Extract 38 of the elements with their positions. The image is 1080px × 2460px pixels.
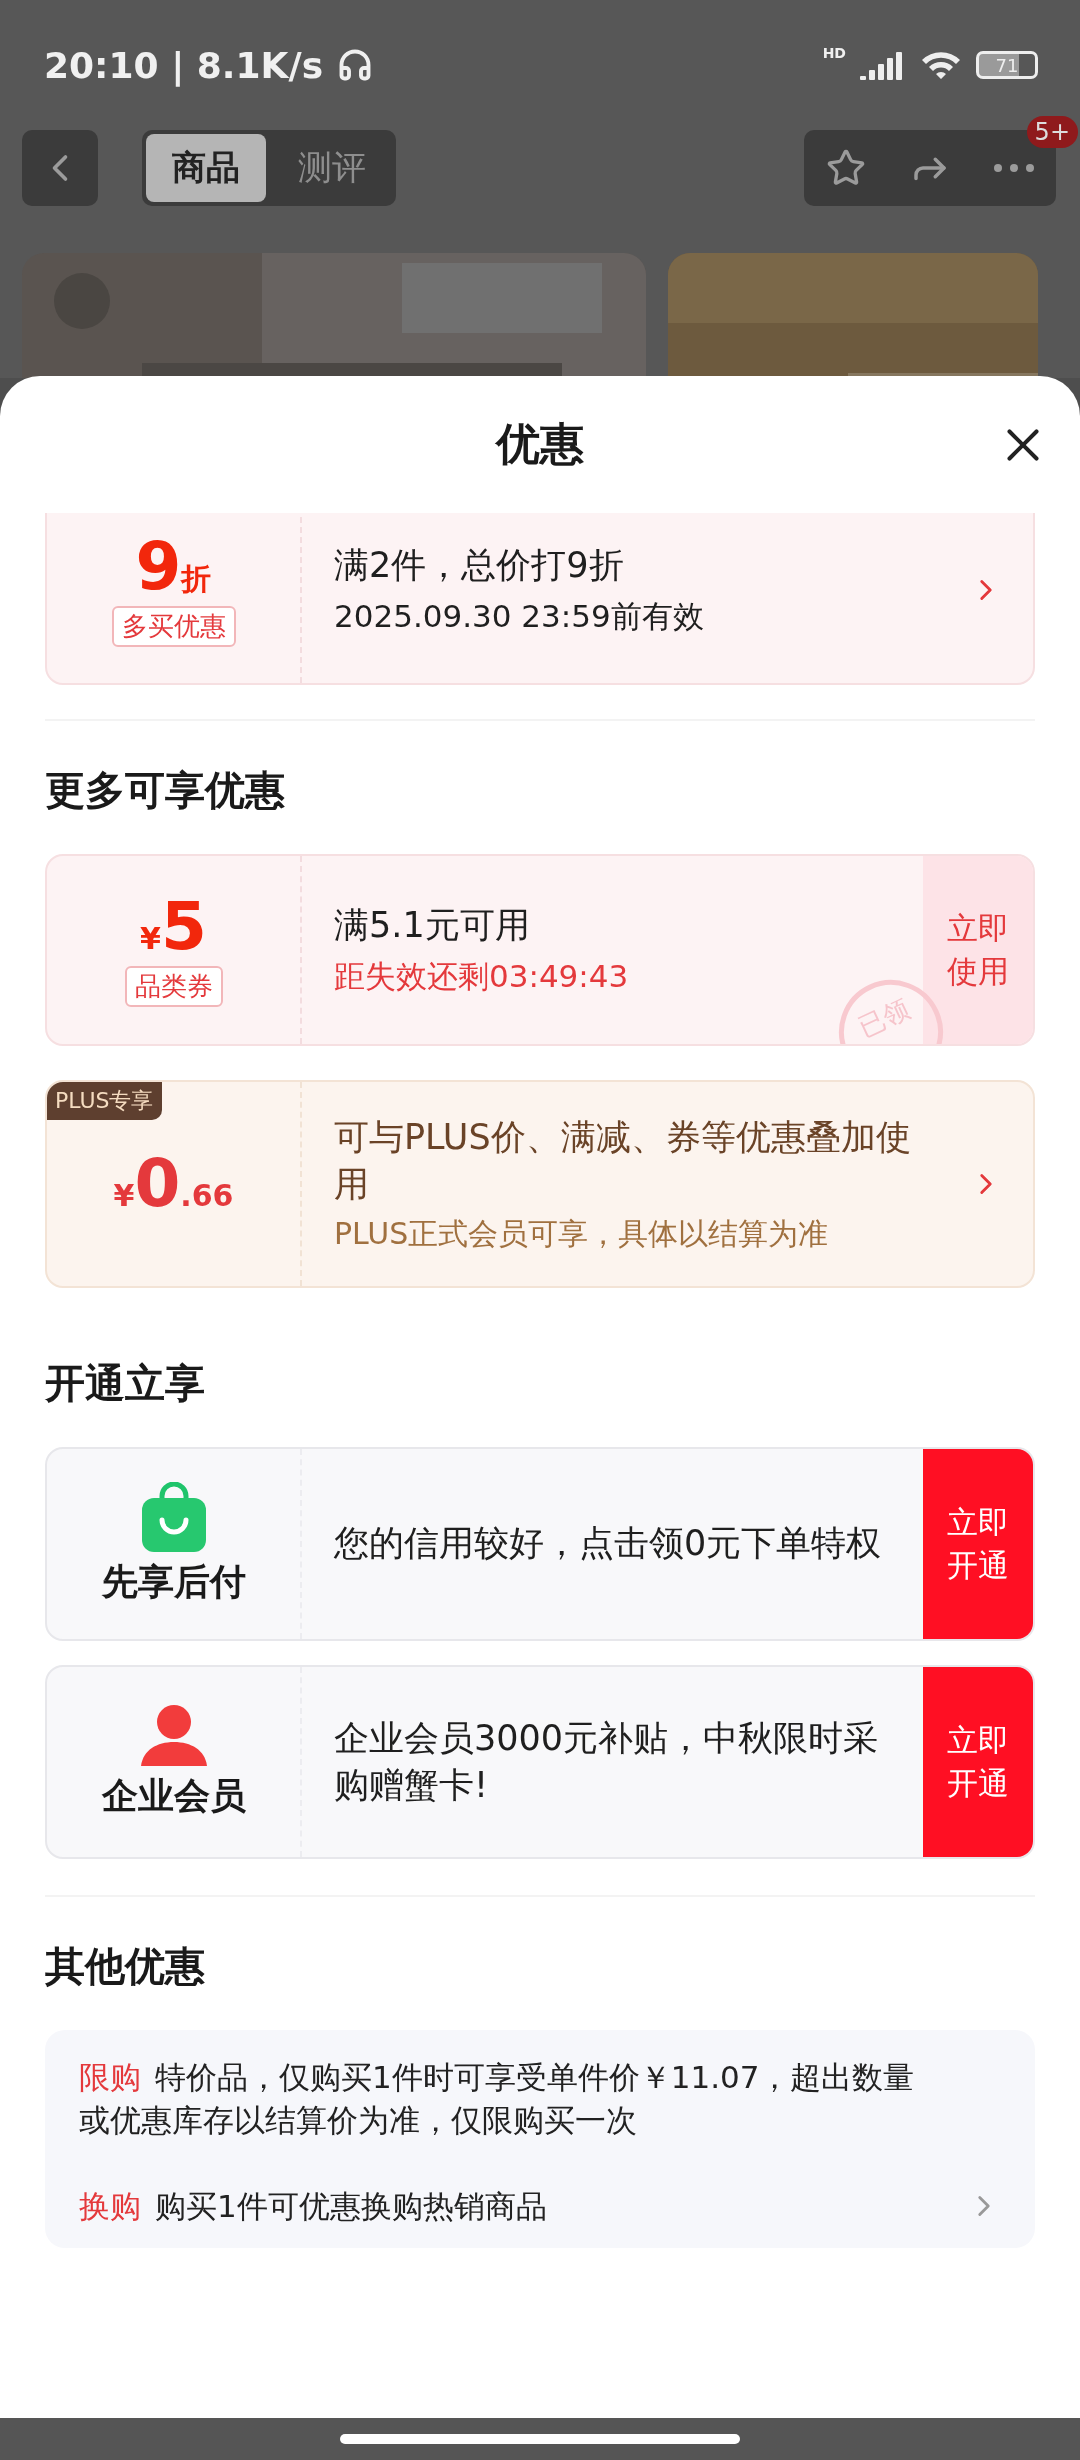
coupon-amount: ¥5 <box>140 893 207 960</box>
sheet-title: 优惠 <box>496 417 584 471</box>
activate-button[interactable]: 立即开通 <box>923 1449 1033 1639</box>
offer-validity: 2025.09.30 23:59前有效 <box>334 596 705 636</box>
coupon-countdown: 距失效还剩03:49:43 <box>334 956 630 996</box>
coupon-tag: 品类券 <box>124 965 223 1007</box>
use-button[interactable]: 立即使用 <box>923 856 1033 1044</box>
battery-icon: 71 <box>976 51 1038 79</box>
section-heading: 更多可享优惠 <box>45 766 286 815</box>
service-description: 您的信用较好，点击领0元下单特权 <box>334 1522 883 1566</box>
shopping-bag-icon <box>141 1481 206 1552</box>
plus-card[interactable]: PLUS专享 ¥0.66 可与PLUS价、满减、券等优惠叠加使用 PLUS正式会员可享，具体以结算为准 <box>45 1080 1035 1288</box>
network-label: HD <box>822 45 846 61</box>
back-button[interactable] <box>22 130 98 206</box>
offer-tag: 多买优惠 <box>111 605 236 647</box>
wifi-icon <box>920 49 962 81</box>
offer-rule[interactable]: 换购 购买1件可优惠换购热销商品 <box>79 2184 967 2229</box>
offer-rule: 限购 特价品，仅购买1件时可享受单件价￥11.07，超出数量或优惠库存以结算价为准，仅限购买一次 <box>79 2058 916 2141</box>
service-description: 企业会员3000元补贴，中秋限时采购赠蟹卡! <box>334 1716 880 1807</box>
person-icon <box>140 1703 207 1766</box>
plus-description: 可与PLUS价、满减、券等优惠叠加使用 <box>334 1115 912 1206</box>
service-name: 先享后付 <box>101 1559 246 1604</box>
section-heading: 其他优惠 <box>45 1942 206 1991</box>
offer-title: 满2件，总价打9折 <box>334 544 625 588</box>
plus-note: PLUS正式会员可享，具体以结算为准 <box>334 1215 830 1253</box>
plus-badge: PLUS专享 <box>47 1082 162 1120</box>
coupon-condition: 满5.1元可用 <box>334 904 531 948</box>
notification-badge: 5+ <box>1026 116 1078 148</box>
discount-card[interactable]: 9折 多买优惠 满2件，总价打9折 2025.09.30 23:59前有效 <box>45 513 1035 685</box>
more-icon <box>994 164 1034 172</box>
activate-button[interactable]: 立即开通 <box>923 1667 1033 1857</box>
discount-value: 9折 <box>135 533 212 600</box>
tab[interactable]: 商品 <box>146 134 266 202</box>
star-icon <box>826 148 866 188</box>
service-name: 企业会员 <box>101 1773 246 1818</box>
status-time: 20:10 | 8.1K/s <box>44 44 324 86</box>
section-heading: 开通立享 <box>45 1359 206 1408</box>
plus-price: ¥0.66 <box>113 1151 234 1217</box>
